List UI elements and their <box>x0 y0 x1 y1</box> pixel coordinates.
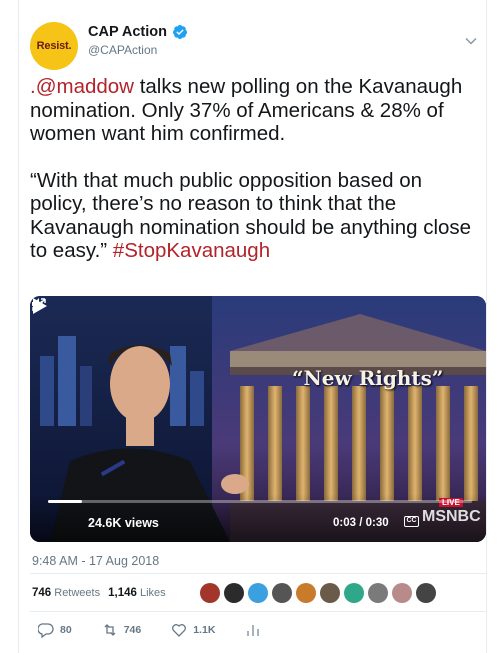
liker-avatar[interactable] <box>344 583 364 603</box>
view-count: 24.6K views <box>88 516 159 530</box>
reply-button[interactable]: 80 <box>38 622 72 638</box>
engagement-stats: 746 Retweets 1,146 Likes <box>32 587 166 599</box>
retweets-stat[interactable]: 746 Retweets <box>32 587 100 599</box>
tweet-header: Resist. CAP Action @CAPAction <box>18 16 486 70</box>
chevron-down-icon[interactable] <box>464 34 478 48</box>
video-player[interactable]: “New Rights” LIVE 24.6K views 0:03 / 0:3… <box>30 296 486 542</box>
name-row: CAP Action <box>88 24 188 40</box>
like-count: 1.1K <box>193 624 216 636</box>
likes-count: 1,146 <box>108 587 137 599</box>
analytics-icon <box>247 625 260 636</box>
video-time: 0:03 / 0:30 <box>333 517 389 529</box>
video-progress-bar[interactable] <box>48 500 472 503</box>
video-chyron: “New Rights” <box>292 366 444 390</box>
tweet-actions: 80 746 1.1K <box>38 622 291 638</box>
liker-avatar[interactable] <box>248 583 268 603</box>
display-name[interactable]: CAP Action <box>88 24 167 40</box>
handle[interactable]: @CAPAction <box>88 43 157 57</box>
tweet-paragraph-1: .@maddow talks new polling on the Kavana… <box>30 75 480 146</box>
retweets-count: 746 <box>32 587 52 599</box>
court-columns <box>240 386 478 506</box>
avatar[interactable]: Resist. <box>30 22 78 70</box>
liker-avatar[interactable] <box>272 583 292 603</box>
retweet-count: 746 <box>123 624 142 636</box>
liker-avatar[interactable] <box>224 583 244 603</box>
retweet-icon <box>104 624 116 636</box>
liker-avatar[interactable] <box>416 583 436 603</box>
liker-avatar[interactable] <box>392 583 412 603</box>
heart-icon <box>172 624 187 637</box>
analytics-button[interactable] <box>245 622 261 638</box>
avatar-text: Resist. <box>36 40 72 52</box>
divider <box>30 573 486 574</box>
reply-count: 80 <box>60 624 72 636</box>
hashtag-link[interactable]: #StopKavanaugh <box>113 239 270 262</box>
divider <box>30 611 486 612</box>
liker-avatar[interactable] <box>320 583 340 603</box>
tweet-timestamp[interactable]: 9:48 AM - 17 Aug 2018 <box>32 554 159 568</box>
verified-badge-icon <box>172 25 187 39</box>
like-button[interactable]: 1.1K <box>171 622 215 638</box>
fullscreen-icon[interactable] <box>30 296 48 314</box>
liker-avatars <box>200 583 436 603</box>
closed-captions-button[interactable]: CC <box>404 516 419 527</box>
retweet-button[interactable]: 746 <box>102 622 142 638</box>
likes-stat[interactable]: 1,146 Likes <box>108 587 166 599</box>
tweet-text: .@maddow talks new polling on the Kavana… <box>30 75 480 286</box>
tweet: Resist. CAP Action @CAPAction .@maddow t… <box>18 0 486 653</box>
reply-icon <box>38 623 54 638</box>
tweet-paragraph-2: “With that much public opposition based … <box>30 169 480 263</box>
msnbc-logo: MSNBC <box>422 508 481 525</box>
video-progress-fill <box>48 500 82 503</box>
mention-link[interactable]: .@maddow <box>30 75 134 98</box>
liker-avatar[interactable] <box>296 583 316 603</box>
tweet-border-right <box>486 0 487 653</box>
liker-avatar[interactable] <box>368 583 388 603</box>
liker-avatar[interactable] <box>200 583 220 603</box>
retweets-label: Retweets <box>54 587 101 599</box>
likes-label: Likes <box>139 587 166 599</box>
